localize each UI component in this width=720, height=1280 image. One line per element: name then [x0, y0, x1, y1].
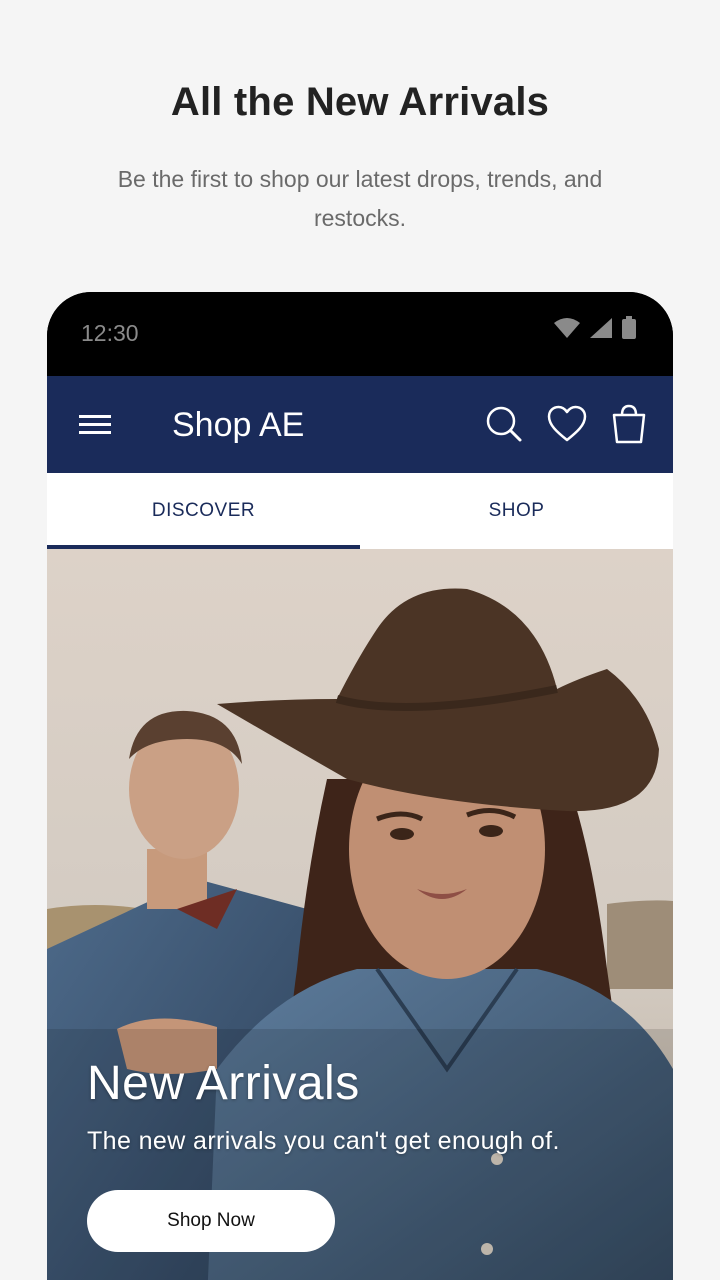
menu-icon[interactable] — [77, 410, 113, 440]
app-bar: Shop AE — [47, 376, 673, 473]
hero-heading: New Arrivals — [87, 1057, 360, 1110]
shop-now-button[interactable]: Shop Now — [87, 1190, 335, 1252]
search-icon[interactable] — [482, 402, 526, 446]
hero-banner[interactable]: New Arrivals The new arrivals you can't … — [47, 549, 673, 1280]
hero-image — [47, 549, 673, 1280]
signal-icon — [590, 318, 612, 338]
wifi-icon — [554, 318, 580, 338]
bag-icon[interactable] — [607, 402, 651, 446]
tab-shop[interactable]: SHOP — [360, 473, 673, 549]
status-time: 12:30 — [81, 320, 139, 346]
promo-subtitle: Be the first to shop our latest drops, t… — [117, 166, 603, 231]
tab-discover[interactable]: DISCOVER — [47, 473, 360, 549]
screen: All the New Arrivals Be the first to sho… — [0, 0, 720, 1280]
tab-bar: DISCOVER SHOP — [47, 473, 673, 549]
phone-frame: 12:30 Shop AE DISCOVER SHOP New Arrivals… — [47, 292, 673, 1280]
heart-icon[interactable] — [545, 402, 589, 446]
hero-subheading: The new arrivals you can't get enough of… — [87, 1127, 560, 1155]
status-icons — [553, 316, 637, 340]
app-title: Shop AE — [172, 406, 305, 444]
promo-title: All the New Arrivals — [170, 80, 550, 124]
battery-icon — [622, 316, 636, 339]
status-bar: 12:30 — [47, 292, 673, 376]
